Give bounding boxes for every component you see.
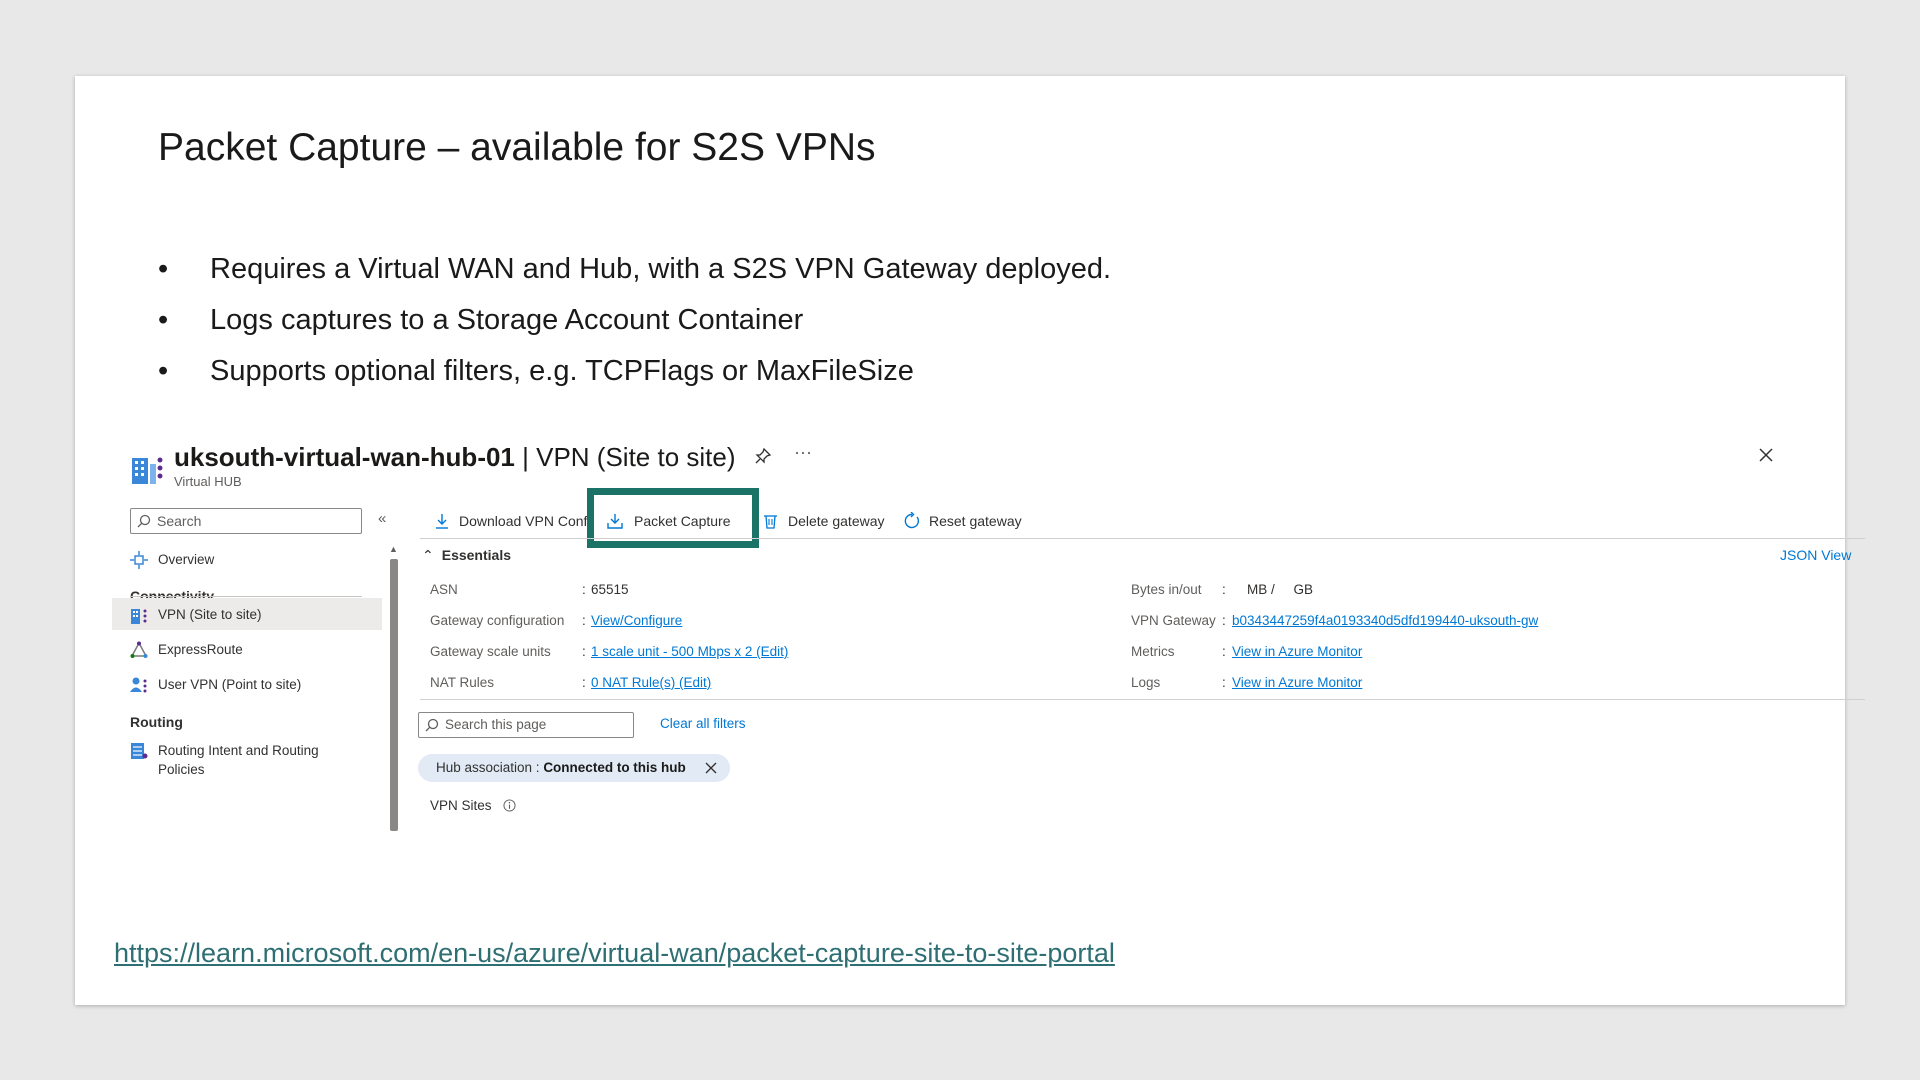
vpn-gateway-link[interactable]: b0343447259f4a0193340d5dfd199440-uksouth… bbox=[1232, 613, 1538, 628]
prop-colon: : bbox=[582, 613, 586, 628]
filter-pill-value: Connected to this hub bbox=[543, 760, 686, 775]
close-icon[interactable] bbox=[1757, 446, 1775, 464]
bullet-text: Requires a Virtual WAN and Hub, with a S… bbox=[210, 253, 1112, 285]
search-icon bbox=[137, 514, 151, 528]
virtual-hub-icon bbox=[132, 457, 163, 484]
toolbar-divider bbox=[420, 538, 1865, 539]
nav-item-label-continued: Policies bbox=[158, 762, 205, 777]
user-vpn-icon bbox=[130, 677, 147, 693]
collapse-menu-button[interactable]: « bbox=[378, 510, 386, 527]
essentials-toggle[interactable]: ⌃ Essentials bbox=[422, 547, 511, 564]
gateway-configuration-link[interactable]: View/Configure bbox=[591, 613, 682, 628]
pin-icon[interactable] bbox=[754, 447, 772, 465]
search-icon bbox=[425, 718, 439, 732]
bullet-item: • Requires a Virtual WAN and Hub, with a … bbox=[158, 244, 1111, 295]
download-icon bbox=[436, 514, 448, 529]
chevron-up-icon: ⌃ bbox=[422, 547, 434, 563]
prop-label-bytes-in-out: Bytes in/out bbox=[1131, 582, 1202, 597]
overview-icon bbox=[130, 551, 148, 569]
nav-item-label: ExpressRoute bbox=[158, 642, 243, 657]
prop-colon: : bbox=[582, 582, 586, 597]
nav-item-label: VPN (Site to site) bbox=[158, 607, 262, 622]
logs-link[interactable]: View in Azure Monitor bbox=[1232, 675, 1362, 690]
blade-title-page: | VPN (Site to site) bbox=[514, 442, 736, 472]
prop-label-gateway-configuration: Gateway configuration bbox=[430, 613, 565, 628]
blade-title: uksouth-virtual-wan-hub-01 | VPN (Site t… bbox=[174, 442, 736, 473]
bullet-list: • Requires a Virtual WAN and Hub, with a … bbox=[158, 244, 1111, 397]
bullet-marker: • bbox=[158, 304, 169, 336]
blade-subtitle: Virtual HUB bbox=[174, 474, 242, 489]
slide-title: Packet Capture – available for S2S VPNs bbox=[158, 126, 876, 169]
bullet-item: • Supports optional filters, e.g. TCPFlag… bbox=[158, 346, 1111, 397]
packet-capture-highlight-box bbox=[587, 488, 759, 548]
prop-label-logs: Logs bbox=[1131, 675, 1161, 690]
prop-value-asn: 65515 bbox=[591, 582, 629, 597]
reference-link[interactable]: https://learn.microsoft.com/en-us/azure/… bbox=[114, 938, 1115, 969]
nav-item-label: Routing Intent and Routing bbox=[158, 743, 319, 758]
refresh-icon bbox=[904, 512, 920, 529]
prop-label-vpn-gateway: VPN Gateway bbox=[1131, 613, 1216, 628]
nav-item-label: User VPN (Point to site) bbox=[158, 677, 302, 692]
prop-colon: : bbox=[1222, 613, 1226, 628]
nav-section-routing: Routing bbox=[130, 714, 183, 730]
bullet-text: Logs captures to a Storage Account Conta… bbox=[210, 304, 804, 336]
hub-association-filter-pill[interactable]: Hub association : Connected to this hub bbox=[418, 754, 730, 782]
essentials-label: Essentials bbox=[441, 547, 511, 563]
vpn-sites-heading: VPN Sites bbox=[430, 798, 516, 813]
prop-colon: : bbox=[1222, 582, 1226, 597]
filter-pill-label: Hub association : bbox=[436, 760, 544, 775]
info-icon[interactable] bbox=[503, 799, 516, 812]
json-view-link[interactable]: JSON View bbox=[1780, 547, 1851, 563]
prop-label-metrics: Metrics bbox=[1131, 644, 1175, 659]
vpn-site-icon bbox=[131, 609, 147, 624]
bullet-marker: • bbox=[158, 253, 169, 285]
prop-label-nat-rules: NAT Rules bbox=[430, 675, 495, 690]
prop-label-asn: ASN bbox=[430, 582, 458, 597]
toolbar-label: Delete gateway bbox=[788, 513, 885, 529]
vpn-sites-label: VPN Sites bbox=[430, 798, 492, 813]
trash-icon bbox=[764, 515, 777, 529]
nat-rules-link[interactable]: 0 NAT Rule(s) (Edit) bbox=[591, 675, 711, 690]
toolbar-label: Reset gateway bbox=[929, 513, 1022, 529]
page-search-input[interactable]: Search this page bbox=[418, 712, 634, 738]
bullet-text: Supports optional filters, e.g. TCPFlags… bbox=[210, 355, 914, 387]
routing-intent-icon bbox=[131, 743, 148, 759]
menu-scrollbar-thumb[interactable] bbox=[390, 559, 398, 831]
blade-title-resource: uksouth-virtual-wan-hub-01 bbox=[174, 442, 515, 472]
menu-search-input[interactable]: Search bbox=[130, 508, 362, 534]
prop-colon: : bbox=[582, 675, 586, 690]
prop-colon: : bbox=[582, 644, 586, 659]
prop-colon: : bbox=[1222, 644, 1226, 659]
scroll-up-icon[interactable]: ▲ bbox=[389, 544, 398, 554]
more-options-button[interactable]: ··· bbox=[794, 442, 812, 463]
metrics-link[interactable]: View in Azure Monitor bbox=[1232, 644, 1362, 659]
gateway-scale-units-link[interactable]: 1 scale unit - 500 Mbps x 2 (Edit) bbox=[591, 644, 788, 659]
bullet-item: • Logs captures to a Storage Account Cont… bbox=[158, 295, 1111, 346]
expressroute-icon bbox=[130, 641, 148, 658]
remove-filter-icon[interactable] bbox=[704, 761, 718, 775]
slide: Packet Capture – available for S2S VPNs … bbox=[75, 76, 1865, 1005]
azure-portal-screenshot: uksouth-virtual-wan-hub-01 | VPN (Site t… bbox=[112, 442, 1865, 942]
prop-value-bytes-in-out: MB / GB bbox=[1247, 582, 1314, 597]
prop-colon: : bbox=[1222, 675, 1226, 690]
toolbar-label: Download VPN Config bbox=[459, 513, 599, 529]
nav-divider bbox=[130, 596, 362, 597]
nav-item-label: Overview bbox=[158, 552, 215, 567]
bullet-marker: • bbox=[158, 355, 169, 387]
essentials-divider bbox=[420, 699, 1865, 700]
page-search-placeholder: Search this page bbox=[445, 717, 547, 732]
prop-label-gateway-scale-units: Gateway scale units bbox=[430, 644, 551, 659]
menu-search-placeholder: Search bbox=[157, 513, 202, 529]
clear-all-filters-link[interactable]: Clear all filters bbox=[660, 716, 746, 731]
